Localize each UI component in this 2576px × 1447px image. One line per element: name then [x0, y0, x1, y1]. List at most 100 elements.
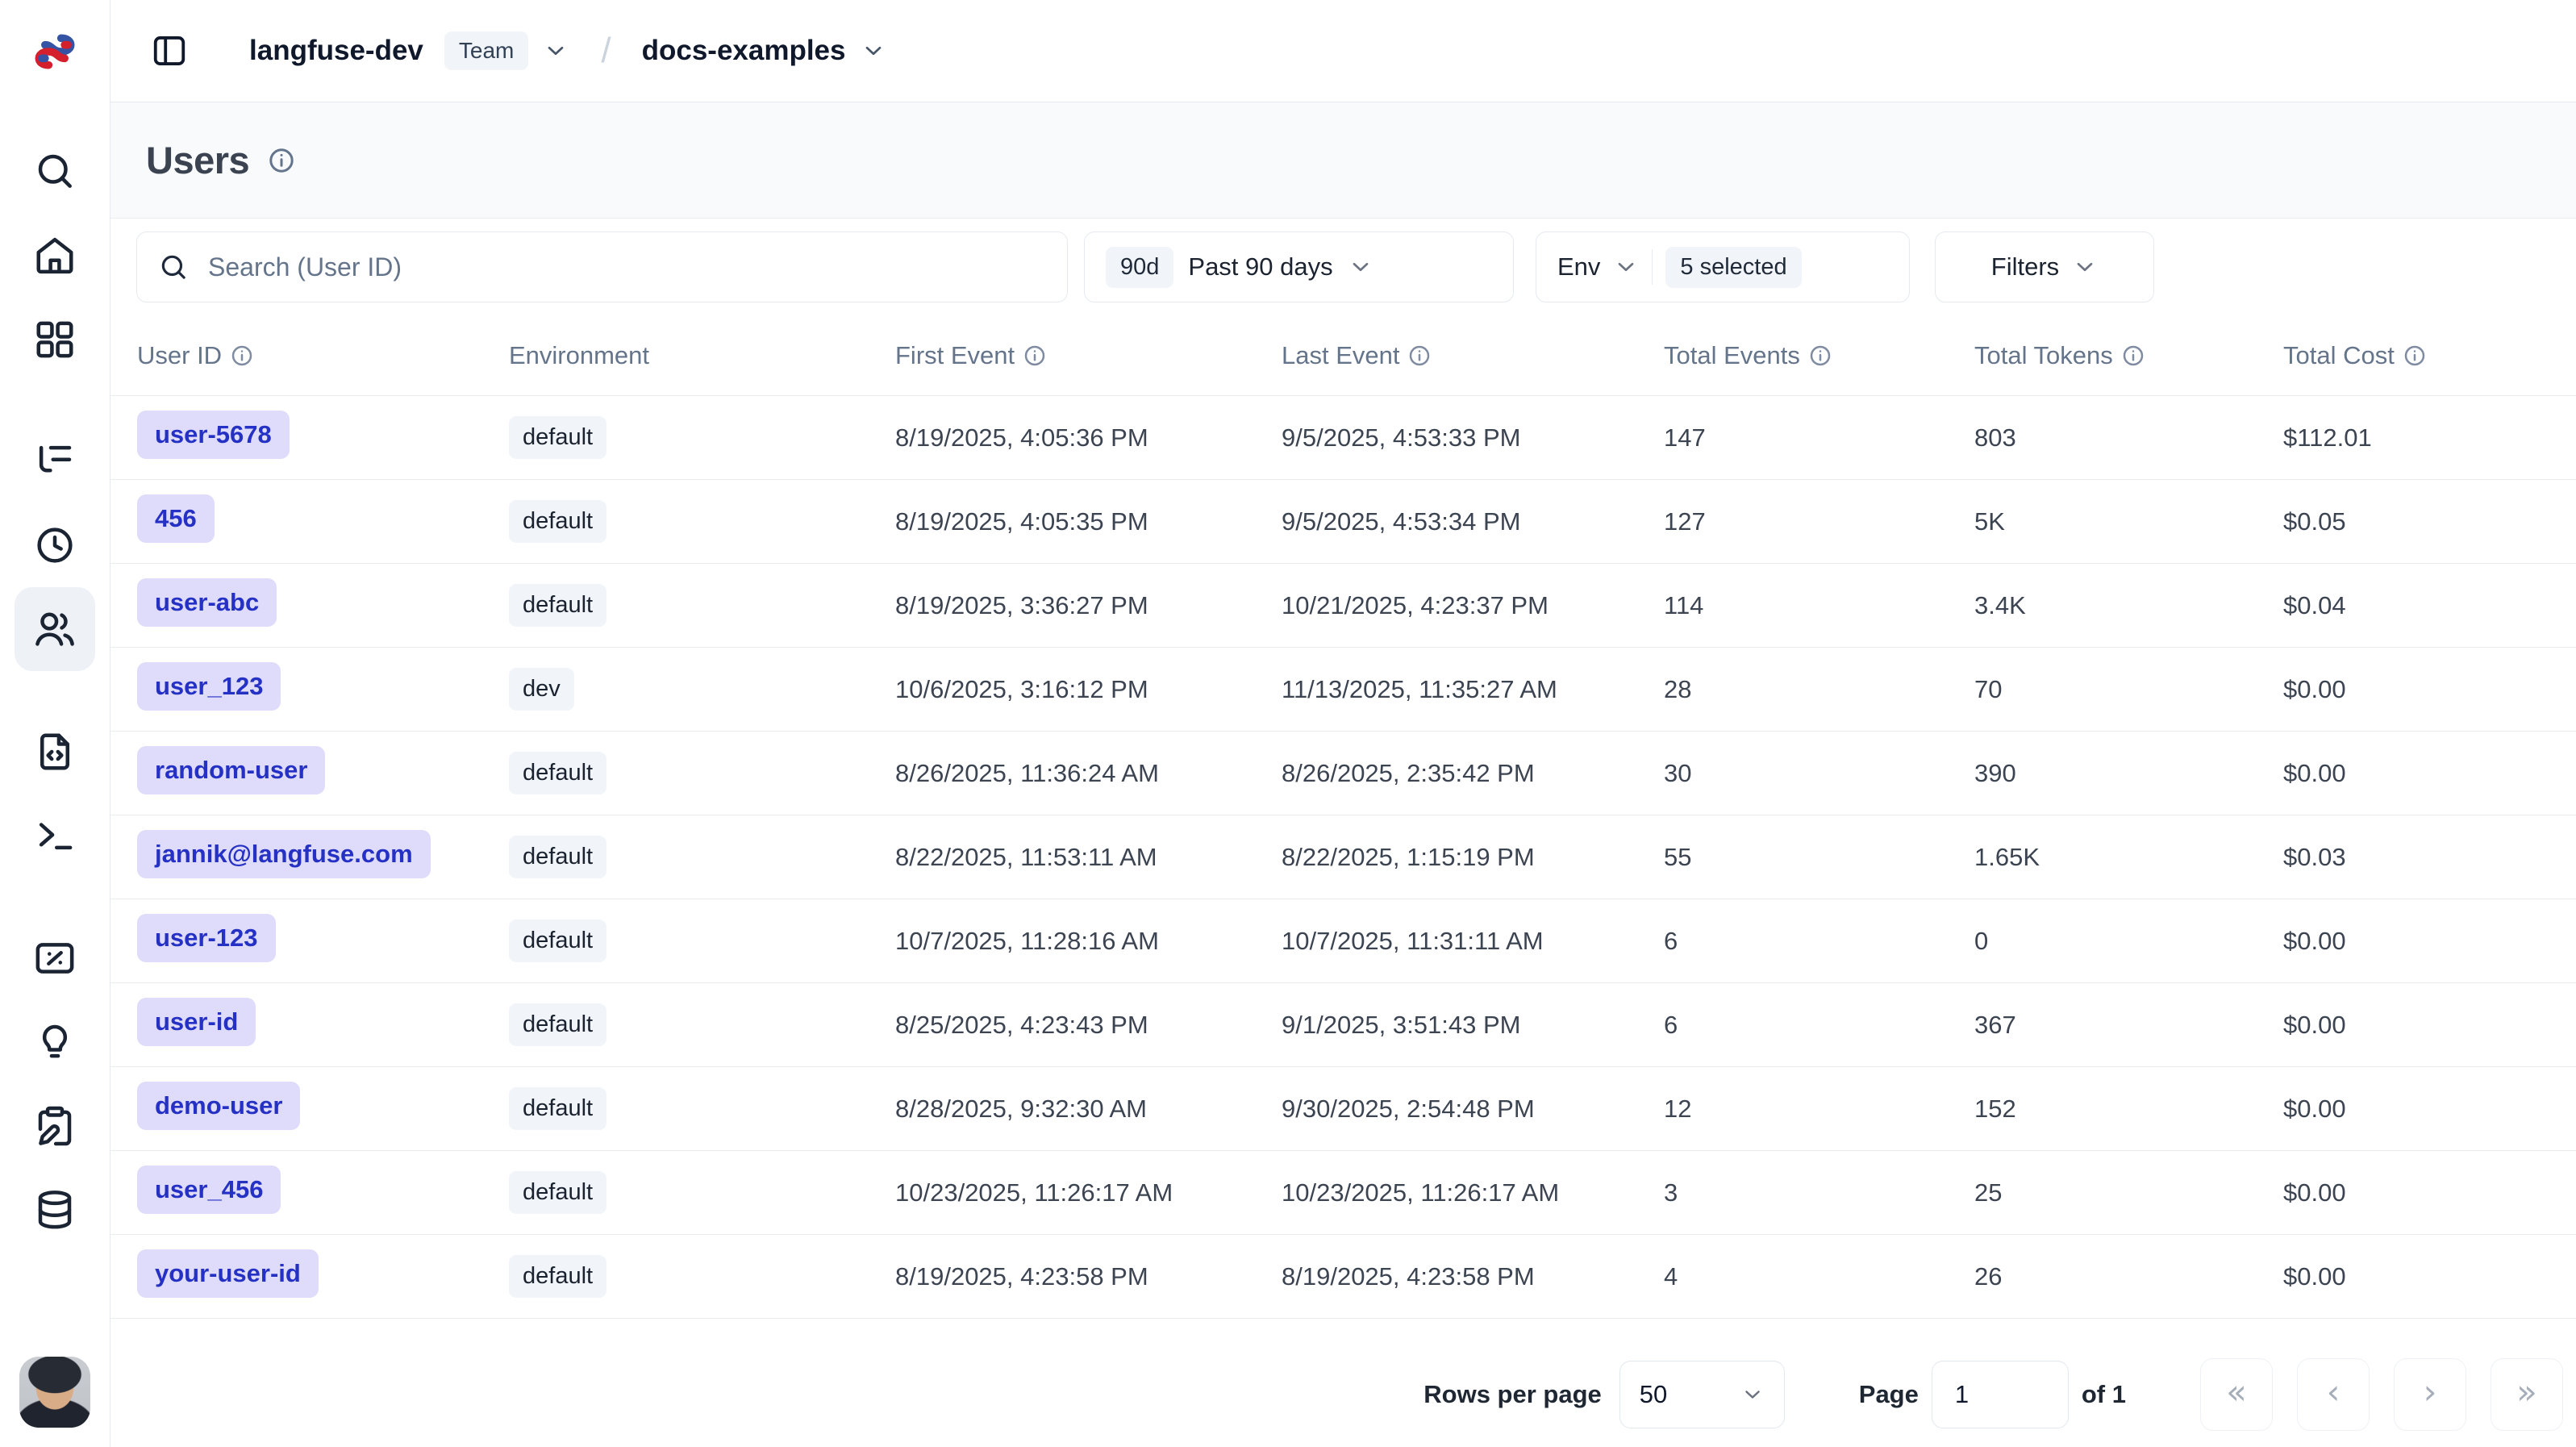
total-tokens-cell: 5K	[1974, 507, 2283, 536]
table-row[interactable]: user-id default 8/25/2025, 4:23:43 PM 9/…	[110, 983, 2576, 1067]
user-id-badge[interactable]: demo-user	[137, 1082, 300, 1130]
info-icon[interactable]	[1023, 344, 1047, 368]
column-header-total-tokens[interactable]: Total Tokens	[1974, 341, 2283, 370]
column-header-first-event[interactable]: First Event	[895, 341, 1282, 370]
sidebar-item-dashboards[interactable]	[15, 297, 95, 381]
chevron-down-icon	[1613, 254, 1639, 280]
user-id-badge[interactable]: user_456	[137, 1166, 281, 1214]
table-row[interactable]: your-user-id default 8/19/2025, 4:23:58 …	[110, 1235, 2576, 1319]
first-event-cell: 8/22/2025, 11:53:11 AM	[895, 843, 1282, 872]
table-row[interactable]: 456 default 8/19/2025, 4:05:35 PM 9/5/20…	[110, 480, 2576, 564]
topbar: langfuse-dev Team / docs-examples	[110, 0, 2576, 102]
user-id-badge[interactable]: your-user-id	[137, 1249, 319, 1298]
user-avatar[interactable]	[19, 1357, 90, 1428]
user-id-badge[interactable]: jannik@langfuse.com	[137, 830, 431, 878]
chevron-down-icon	[2072, 254, 2098, 280]
table-row[interactable]: user-abc default 8/19/2025, 3:36:27 PM 1…	[110, 564, 2576, 648]
breadcrumb-organization[interactable]: langfuse-dev	[249, 35, 423, 67]
pager-buttons: « ‹ › »	[2200, 1358, 2563, 1431]
page-number-input[interactable]	[1932, 1361, 2069, 1428]
sidebar-item-datasets[interactable]	[15, 1168, 95, 1252]
terminal-icon	[33, 814, 77, 857]
chevrons-right-icon: »	[2516, 1375, 2537, 1409]
total-tokens-cell: 152	[1974, 1095, 2283, 1124]
chevrons-left-icon: «	[2226, 1375, 2247, 1409]
info-icon[interactable]	[2121, 344, 2145, 368]
sidebar-item-evaluation[interactable]	[15, 916, 95, 1000]
table-row[interactable]: random-user default 8/26/2025, 11:36:24 …	[110, 732, 2576, 815]
sidebar-item-playground[interactable]	[15, 794, 95, 878]
table-row[interactable]: jannik@langfuse.com default 8/22/2025, 1…	[110, 815, 2576, 899]
sidebar-item-tracing[interactable]	[15, 419, 95, 503]
previous-page-button[interactable]: ‹	[2297, 1358, 2370, 1431]
sidebar-item-insights[interactable]	[15, 1000, 95, 1084]
first-event-cell: 8/19/2025, 4:05:36 PM	[895, 423, 1282, 452]
chevron-down-icon	[1348, 254, 1373, 280]
column-header-environment[interactable]: Environment	[509, 341, 895, 370]
page-title: Users	[146, 138, 249, 182]
table-row[interactable]: user_123 dev 10/6/2025, 3:16:12 PM 11/13…	[110, 648, 2576, 732]
total-events-cell: 4	[1664, 1262, 1974, 1291]
column-header-user-id[interactable]: User ID	[137, 341, 509, 370]
filters-button[interactable]: Filters	[1935, 231, 2154, 302]
user-id-badge[interactable]: user-123	[137, 914, 276, 962]
sidebar-item-sessions[interactable]	[15, 503, 95, 587]
column-header-total-cost[interactable]: Total Cost	[2283, 341, 2576, 370]
clipboard-pen-icon	[33, 1104, 77, 1148]
total-tokens-cell: 0	[1974, 927, 2283, 956]
total-cost-cell: $0.00	[2283, 1095, 2576, 1124]
environment-filter-button[interactable]: Env 5 selected	[1536, 231, 1910, 302]
home-icon	[33, 233, 77, 277]
user-id-badge[interactable]: random-user	[137, 746, 325, 794]
date-range-button[interactable]: 90d Past 90 days	[1084, 231, 1514, 302]
search-box[interactable]	[136, 231, 1068, 302]
total-events-cell: 6	[1664, 1011, 1974, 1040]
info-icon[interactable]	[1407, 344, 1432, 368]
user-id-badge[interactable]: user-5678	[137, 411, 290, 459]
last-event-cell: 8/22/2025, 1:15:19 PM	[1282, 843, 1664, 872]
rows-per-page-select[interactable]: 50	[1619, 1361, 1785, 1428]
next-page-button[interactable]: ›	[2394, 1358, 2466, 1431]
column-header-total-events[interactable]: Total Events	[1664, 341, 1974, 370]
first-page-button[interactable]: «	[2200, 1358, 2273, 1431]
sidebar-toggle-button[interactable]	[149, 31, 190, 71]
table-row[interactable]: user-123 default 10/7/2025, 11:28:16 AM …	[110, 899, 2576, 983]
breadcrumb-project[interactable]: docs-examples	[642, 35, 846, 67]
database-icon	[33, 1188, 77, 1232]
panel-left-icon	[151, 32, 188, 69]
user-id-badge[interactable]: user-abc	[137, 578, 277, 627]
user-id-badge[interactable]: user_123	[137, 662, 281, 711]
app-window: langfuse-dev Team / docs-examples Users …	[0, 0, 2576, 1447]
info-icon[interactable]	[2403, 344, 2427, 368]
table-row[interactable]: user_456 default 10/23/2025, 11:26:17 AM…	[110, 1151, 2576, 1235]
total-tokens-cell: 25	[1974, 1178, 2283, 1207]
sidebar-item-home[interactable]	[15, 213, 95, 297]
info-icon[interactable]	[1808, 344, 1832, 368]
page-label: Page	[1859, 1380, 1919, 1409]
environment-badge: default	[509, 752, 606, 794]
table-row[interactable]: user-5678 default 8/19/2025, 4:05:36 PM …	[110, 396, 2576, 480]
project-switcher-button[interactable]	[861, 38, 886, 64]
environment-badge: dev	[509, 668, 574, 711]
first-event-cell: 10/7/2025, 11:28:16 AM	[895, 927, 1282, 956]
org-switcher-button[interactable]	[543, 38, 569, 64]
page-info-icon[interactable]	[267, 146, 296, 175]
org-plan-badge[interactable]: Team	[444, 31, 528, 70]
total-tokens-cell: 70	[1974, 675, 2283, 704]
dashboards-icon	[33, 317, 77, 361]
user-id-badge[interactable]: 456	[137, 494, 215, 543]
last-page-button[interactable]: »	[2491, 1358, 2563, 1431]
langfuse-logo[interactable]	[0, 0, 110, 102]
info-icon[interactable]	[230, 344, 254, 368]
environment-badge: default	[509, 500, 606, 543]
sidebar-item-annotation[interactable]	[15, 1084, 95, 1168]
first-event-cell: 8/28/2025, 9:32:30 AM	[895, 1095, 1282, 1124]
table-row[interactable]: demo-user default 8/28/2025, 9:32:30 AM …	[110, 1067, 2576, 1151]
user-id-badge[interactable]: user-id	[137, 998, 256, 1046]
sidebar-item-prompts[interactable]	[15, 710, 95, 794]
search-input[interactable]	[206, 252, 1046, 283]
total-tokens-cell: 390	[1974, 759, 2283, 788]
column-header-last-event[interactable]: Last Event	[1282, 341, 1664, 370]
sidebar-item-users[interactable]	[15, 587, 95, 671]
sidebar-item-search[interactable]	[15, 129, 95, 213]
